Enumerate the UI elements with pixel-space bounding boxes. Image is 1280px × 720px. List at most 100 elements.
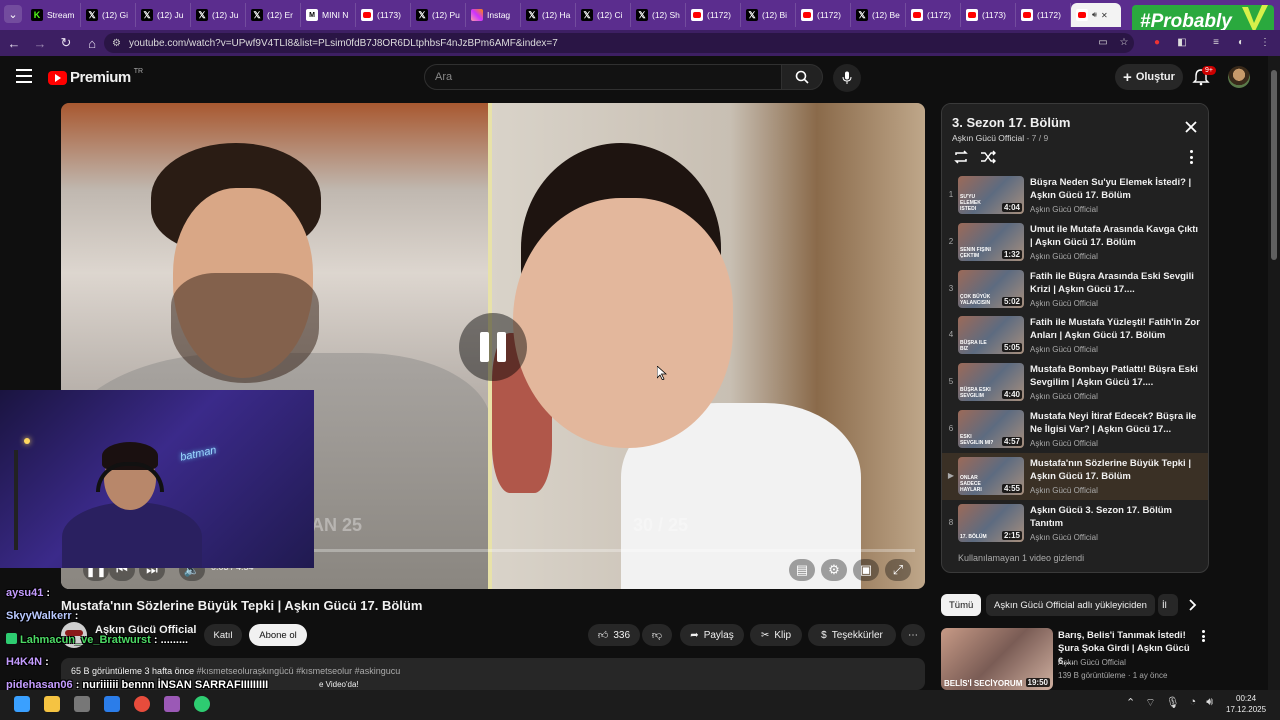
- voice-search-button[interactable]: [833, 64, 861, 92]
- shuffle-icon[interactable]: [980, 150, 996, 164]
- spotify-icon[interactable]: [194, 696, 210, 712]
- browser-tab[interactable]: 𝕏 (12) Ci: [576, 3, 631, 27]
- browser-tab[interactable]: (1173): [356, 3, 411, 27]
- browser-tab[interactable]: 𝕏 (12) Be: [851, 3, 906, 27]
- reload-icon[interactable]: ↻: [54, 31, 78, 55]
- miniplayer-icon[interactable]: ▣: [853, 559, 879, 581]
- hamburger-menu-icon[interactable]: [16, 69, 32, 83]
- playlist-item-title[interactable]: Umut ile Mutafa Arasında Kavga Çıktı | A…: [1030, 223, 1200, 249]
- taskbar-clock[interactable]: 00:24 17.12.2025: [1226, 693, 1266, 715]
- pause-indicator-icon[interactable]: [459, 313, 527, 381]
- playlist-item-title[interactable]: Fatih ile Mustafa Yüzleşti! Fatih'in Zor…: [1030, 316, 1200, 342]
- playlist-item[interactable]: 5 Büşra eski sevgilim 4:40 Mustafa Bombayı …: [942, 359, 1208, 406]
- playlist-item-thumbnail[interactable]: Büşra eski sevgilim 4:40: [958, 363, 1024, 402]
- reading-list-icon[interactable]: ≡: [1209, 37, 1223, 49]
- windows-start-icon[interactable]: [14, 696, 30, 712]
- thanks-button[interactable]: $ Teşekkürler: [808, 624, 896, 646]
- browser-tab[interactable]: 𝕏 (12) Ha: [521, 3, 576, 27]
- browser-tab[interactable]: 𝕏 (12) Bi: [741, 3, 796, 27]
- close-tab-icon[interactable]: ✕: [1101, 11, 1108, 20]
- browser-tab-active[interactable]: 🔊︎ ✕: [1071, 3, 1121, 27]
- youtube-premium-logo[interactable]: Premium TR: [48, 68, 143, 86]
- browser-tab[interactable]: (1172): [1016, 3, 1071, 27]
- tab-search-dropdown-icon[interactable]: ⌄: [4, 5, 22, 23]
- playlist-item-title[interactable]: Aşkın Gücü 3. Sezon 17. Bölüm Tanıtım: [1030, 504, 1200, 530]
- wifi-icon[interactable]: ◔: [1190, 696, 1197, 710]
- join-button[interactable]: Katıl: [204, 624, 242, 646]
- playlist-channel[interactable]: Aşkın Gücü Official: [952, 133, 1024, 143]
- subscribe-button[interactable]: Abone ol: [249, 624, 307, 646]
- create-button[interactable]: + Oluştur: [1115, 64, 1183, 90]
- chip-from-uploader[interactable]: Aşkın Gücü Official adlı yükleyiciden: [986, 594, 1155, 616]
- back-arrow-icon[interactable]: ←: [2, 31, 26, 55]
- playlist-item[interactable]: ▶ Onlar sadece hayları 4:55 Mustafa'nın Söz…: [942, 452, 1208, 500]
- browser-tab[interactable]: (1172): [906, 3, 961, 27]
- tray-chevron-up-icon[interactable]: ⌃: [1126, 696, 1135, 710]
- browser-tab[interactable]: M MINI N: [301, 3, 356, 27]
- browser-tab[interactable]: (1172): [686, 3, 741, 27]
- playlist-item-thumbnail[interactable]: Eski sevgilin mi? 4:57: [958, 409, 1024, 448]
- edge-icon[interactable]: [104, 696, 120, 712]
- settings-gear-icon[interactable]: ⚙: [821, 559, 847, 581]
- playlist-item-thumbnail[interactable]: Çok büyük yalancısın 5:02: [958, 269, 1024, 308]
- browser-tab[interactable]: 𝕏 (12) Pu: [411, 3, 466, 27]
- chrome-icon[interactable]: [134, 696, 150, 712]
- chip-related[interactable]: İl: [1158, 594, 1178, 616]
- subtitles-icon[interactable]: ▤: [789, 559, 815, 581]
- profile-icon[interactable]: ◐: [1234, 37, 1248, 49]
- playlist-item-thumbnail[interactable]: Onlar sadece hayları 4:55: [958, 456, 1024, 495]
- browser-tab[interactable]: Instag: [466, 3, 521, 27]
- dislike-button[interactable]: 👎︎: [642, 624, 672, 646]
- playlist-item-title[interactable]: Mustafa'nın Sözlerine Büyük Tepki | Aşkı…: [1030, 457, 1200, 483]
- playlist-item-title[interactable]: Büşra Neden Su'yu Elemek İstedi? | Aşkın…: [1030, 176, 1200, 202]
- playlist-item[interactable]: 4 Büşra ile biz 5:05 Fatih ile Mustafa Yüzl…: [942, 312, 1208, 359]
- clip-button[interactable]: ✂ Klip: [750, 624, 802, 646]
- playlist-item-thumbnail[interactable]: Su'yu elemek istedi 4:04: [958, 176, 1024, 214]
- playlist-item[interactable]: 6 Eski sevgilin mi? 4:57 Mustafa Neyi İtira…: [942, 406, 1208, 453]
- playlist-item-thumbnail[interactable]: 17. bölüm 2:15: [958, 503, 1024, 542]
- speaker-icon[interactable]: 🔊︎: [1206, 696, 1213, 710]
- playlist-item-title[interactable]: Fatih ile Büşra Arasında Eski Sevgili Kr…: [1030, 270, 1200, 296]
- playlist-item-thumbnail[interactable]: Büşra ile biz 5:05: [958, 316, 1024, 355]
- playlist-item[interactable]: 1 Su'yu elemek istedi 4:04 Büşra Neden Su'y…: [942, 172, 1208, 219]
- home-icon[interactable]: ⌂: [80, 31, 104, 55]
- playlist-item[interactable]: 8 17. bölüm 2:15 Aşkın Gücü 3. Sezon 17. Bö…: [942, 500, 1208, 547]
- address-bar[interactable]: ⚙ youtube.com/watch?v=UPwf9V4TLI8&list=P…: [104, 33, 1134, 53]
- search-button[interactable]: [781, 64, 823, 90]
- related-video-channel[interactable]: Aşkın Gücü Official: [1058, 658, 1126, 667]
- search-input[interactable]: Ara: [424, 64, 782, 90]
- cast-icon[interactable]: ▭: [1096, 37, 1110, 49]
- taskbar-app-icon[interactable]: [164, 696, 180, 712]
- playlist-item[interactable]: 3 Çok büyük yalancısın 5:02 Fatih ile Büşra…: [942, 266, 1208, 313]
- more-actions-button[interactable]: ⋯: [901, 624, 925, 646]
- related-more-icon[interactable]: [1200, 630, 1206, 642]
- browser-tab[interactable]: 𝕏 (12) Ju: [136, 3, 191, 27]
- playlist-item-title[interactable]: Mustafa Neyi İtiraf Edecek? Büşra ile Ne…: [1030, 410, 1200, 436]
- chevron-right-icon[interactable]: [1185, 598, 1199, 612]
- audio-playing-icon[interactable]: 🔊︎: [1092, 10, 1097, 20]
- like-button[interactable]: 👍︎ 336: [588, 624, 640, 646]
- playlist-item[interactable]: 2 Senin fişini çektim 1:32 Umut ile Mutafa …: [942, 219, 1208, 266]
- bookmark-star-icon[interactable]: ☆: [1117, 37, 1131, 49]
- fullscreen-icon[interactable]: ⤢: [885, 559, 911, 581]
- playlist-item-thumbnail[interactable]: Senin fişini çektim 1:32: [958, 222, 1024, 261]
- playlist-more-icon[interactable]: [1186, 150, 1196, 164]
- extensions-puzzle-icon[interactable]: ◧: [1175, 37, 1189, 49]
- site-info-icon[interactable]: ⚙: [112, 38, 121, 49]
- user-avatar[interactable]: [1228, 66, 1250, 88]
- file-explorer-icon[interactable]: [44, 696, 60, 712]
- taskbar-app-icon[interactable]: [74, 696, 90, 712]
- related-video-thumbnail[interactable]: BELİS'İ SECİYORUM 19:50: [941, 628, 1053, 690]
- browser-tab[interactable]: (1173): [961, 3, 1016, 27]
- extension-icon[interactable]: ●: [1150, 37, 1164, 49]
- forward-arrow-icon[interactable]: →: [28, 31, 52, 55]
- network-icon[interactable]: ⌔: [1145, 696, 1155, 710]
- scrollbar-thumb[interactable]: [1271, 70, 1277, 260]
- browser-tab[interactable]: 𝕏 (12) Gi: [81, 3, 136, 27]
- browser-tab[interactable]: 𝕏 (12) Er: [246, 3, 301, 27]
- browser-tab[interactable]: K Stream: [26, 3, 81, 27]
- playlist-title[interactable]: 3. Sezon 17. Bölüm: [952, 115, 1070, 130]
- browser-tab[interactable]: 𝕏 (12) Sh: [631, 3, 686, 27]
- playlist-item-title[interactable]: Mustafa Bombayı Patlattı! Büşra Eski Sev…: [1030, 363, 1200, 389]
- page-scrollbar[interactable]: [1268, 56, 1280, 690]
